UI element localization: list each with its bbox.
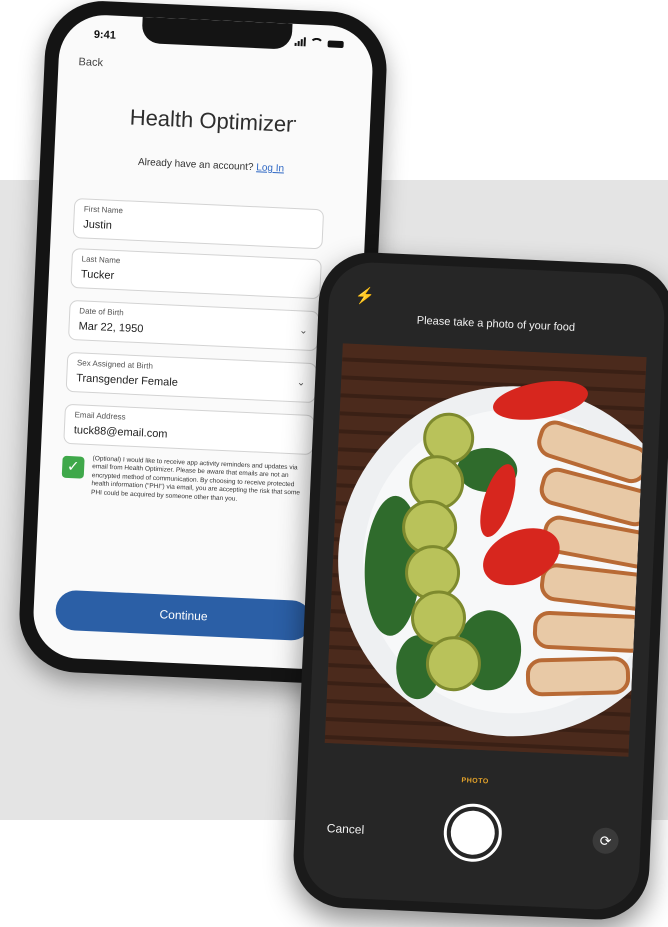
email-value: tuck88@email.com <box>73 424 168 441</box>
consent-checkbox[interactable]: ✓ <box>61 455 85 479</box>
flip-camera-icon[interactable]: ⟳ <box>591 827 620 855</box>
sex-at-birth-select[interactable]: Sex Assigned at Birth Transgender Female… <box>65 351 318 404</box>
camera-viewfinder <box>324 343 647 757</box>
wifi-icon <box>309 37 324 48</box>
chevron-down-icon: ⌄ <box>296 377 306 389</box>
consent-text: (Optional) I would like to receive app a… <box>90 455 301 503</box>
shutter-button[interactable] <box>442 802 504 864</box>
login-link[interactable]: Log In <box>256 162 284 174</box>
camera-prompt: Please take a photo of your food <box>416 314 576 334</box>
status-time: 9:41 <box>93 28 117 42</box>
signal-icon <box>294 37 306 47</box>
date-of-birth-value: Mar 22, 1950 <box>78 320 144 336</box>
email-label: Email Address <box>74 410 126 422</box>
phone-notch <box>141 16 293 50</box>
title-mark: • <box>293 116 297 126</box>
app-title: Health Optimizer• <box>56 101 371 141</box>
last-name-value: Tucker <box>80 268 115 282</box>
cancel-button[interactable]: Cancel <box>327 821 365 837</box>
food-photo <box>324 343 647 757</box>
back-button[interactable]: Back <box>78 56 103 69</box>
last-name-label: Last Name <box>81 254 121 266</box>
flash-icon[interactable]: ⚡ <box>355 286 376 307</box>
sex-at-birth-label: Sex Assigned at Birth <box>76 358 154 371</box>
date-of-birth-label: Date of Birth <box>79 306 124 318</box>
last-name-field[interactable]: Last Name Tucker <box>70 247 322 300</box>
date-of-birth-select[interactable]: Date of Birth Mar 22, 1950 ⌄ <box>67 299 320 352</box>
app-title-text: Health Optimizer <box>129 104 295 137</box>
email-field[interactable]: Email Address tuck88@email.com <box>63 403 315 456</box>
first-name-label: First Name <box>83 204 124 216</box>
login-prompt-text: Already have an account? <box>137 156 254 174</box>
chevron-down-icon: ⌄ <box>298 325 308 337</box>
continue-button[interactable]: Continue <box>54 589 313 642</box>
photo-mode-label[interactable]: PHOTO <box>307 770 643 792</box>
camera-screen: ⚡ Please take a photo of your food PHOTO… <box>301 260 667 912</box>
first-name-field[interactable]: First Name Justin <box>72 198 325 250</box>
sex-at-birth-value: Transgender Female <box>75 372 179 389</box>
camera-phone: ⚡ Please take a photo of your food PHOTO… <box>291 250 668 922</box>
battery-icon <box>327 40 344 49</box>
checkmark-icon: ✓ <box>66 457 80 476</box>
status-icons <box>294 37 344 49</box>
first-name-value: Justin <box>82 218 113 232</box>
login-prompt: Already have an account? Log In <box>54 153 368 178</box>
